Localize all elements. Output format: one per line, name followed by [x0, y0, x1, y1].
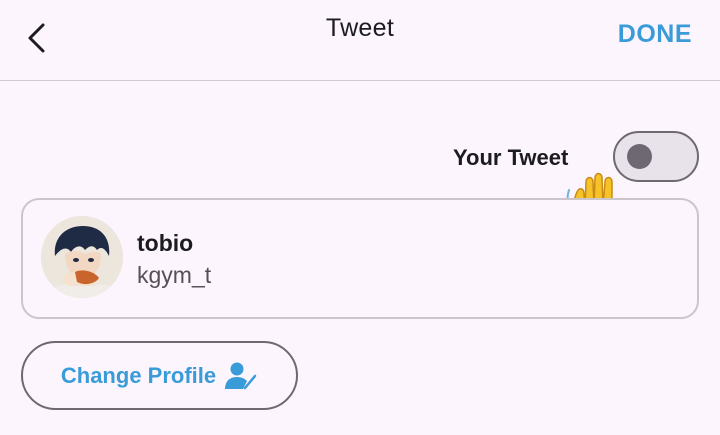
top-app-bar: Tweet DONE	[0, 0, 720, 81]
tweet-settings-screen: Tweet DONE Your Tweet tobio kgym_t Chang…	[0, 0, 720, 435]
profile-name: tobio	[137, 230, 194, 256]
change-profile-label: Change Profile	[60, 362, 217, 388]
page-title: Tweet	[325, 14, 395, 42]
your-tweet-label: Your Tweet	[453, 145, 569, 170]
profile-handle: kgym_t	[137, 262, 212, 288]
profile-card[interactable]: tobio kgym_t	[21, 198, 699, 319]
done-button[interactable]: DONE	[618, 20, 692, 49]
avatar	[41, 216, 123, 298]
edit-user-icon	[225, 362, 257, 389]
toggle-knob	[627, 144, 652, 169]
change-profile-button[interactable]: Change Profile	[21, 341, 298, 410]
your-tweet-toggle[interactable]	[613, 131, 699, 182]
